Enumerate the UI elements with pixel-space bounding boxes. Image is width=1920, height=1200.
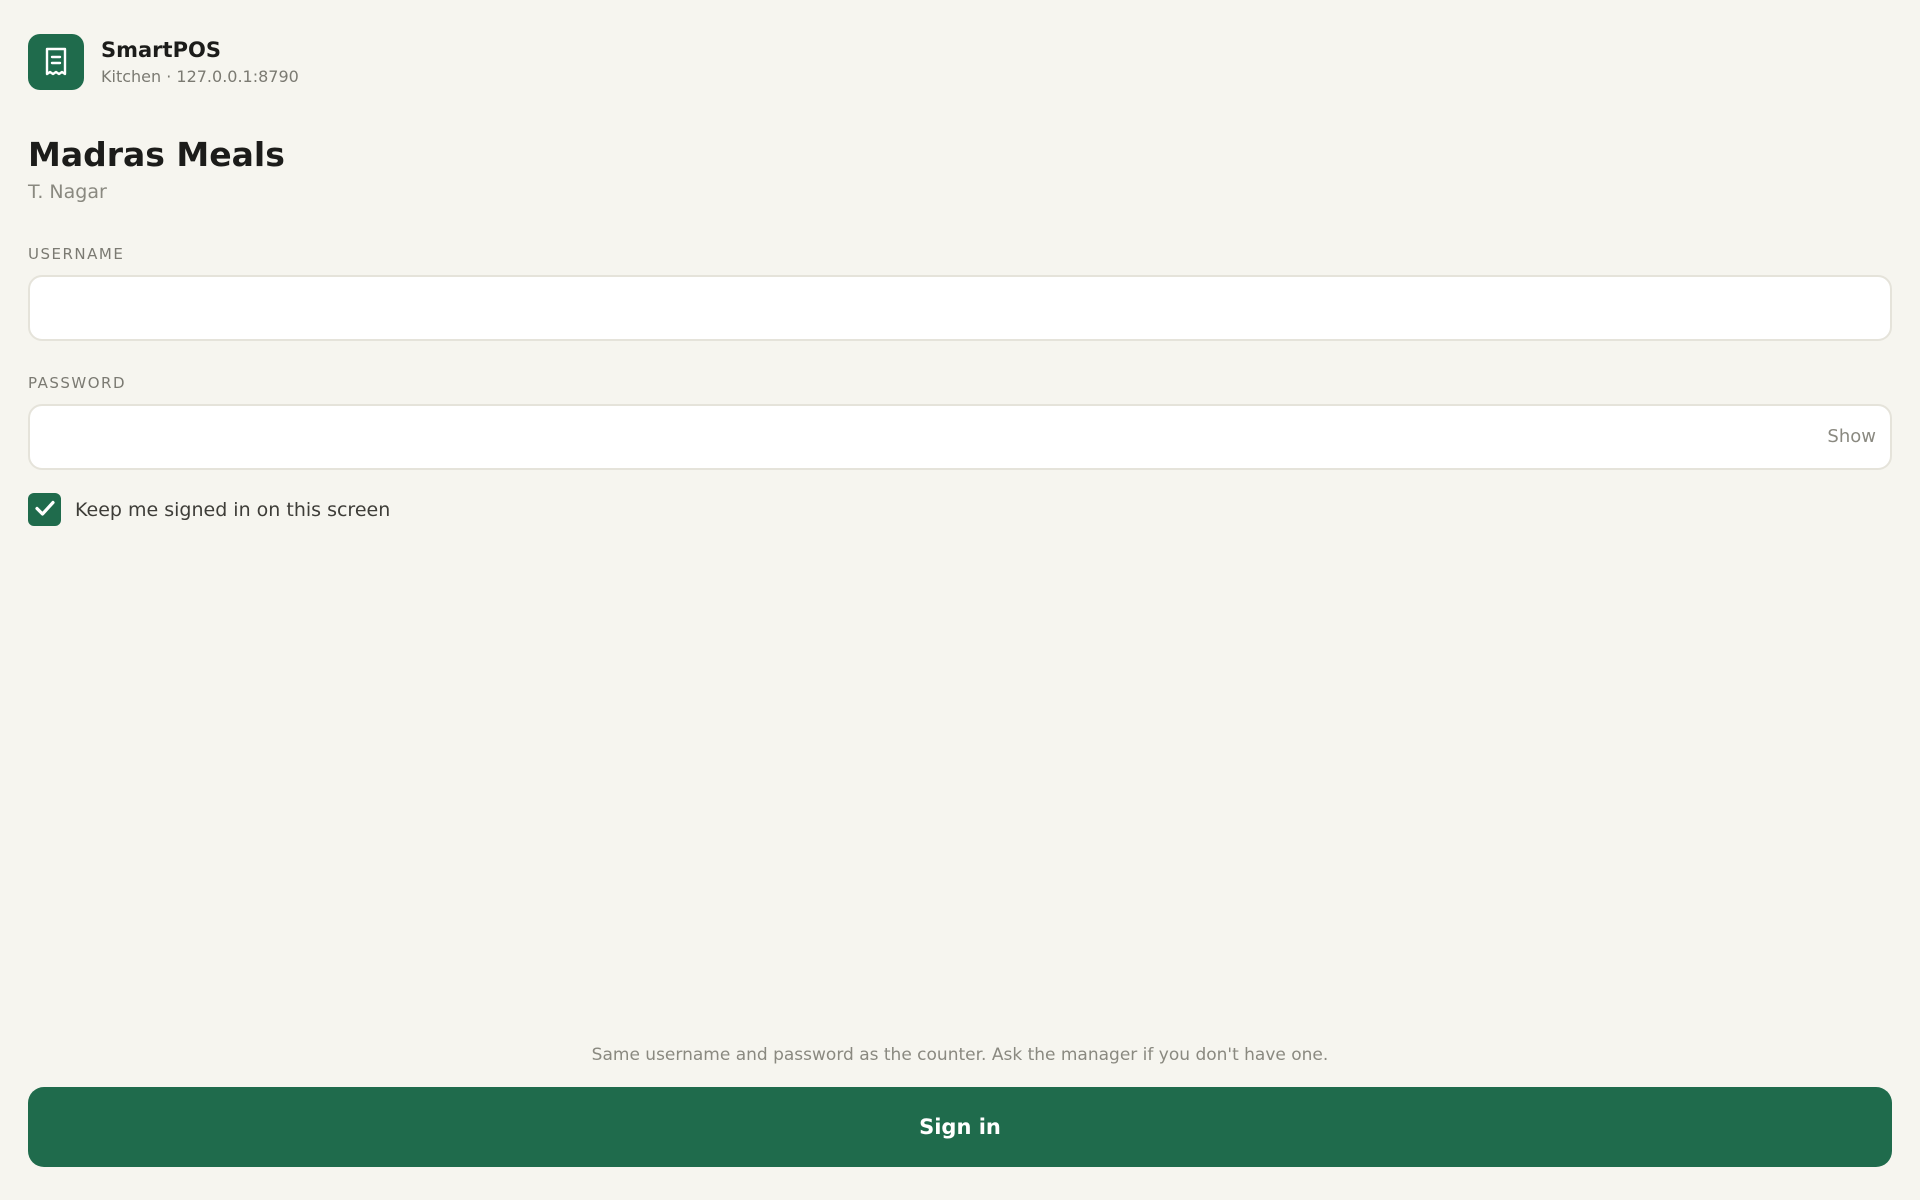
- app-name: SmartPOS: [101, 38, 221, 62]
- store-location: T. Nagar: [28, 181, 107, 203]
- password-label: PASSWORD: [28, 374, 127, 392]
- app-subtitle: Kitchen · 127.0.0.1:8790: [101, 67, 299, 86]
- store-name: Madras Meals: [28, 135, 285, 174]
- receipt-icon: [44, 47, 68, 77]
- help-text: Same username and password as the counte…: [591, 1045, 1329, 1065]
- show-password-toggle[interactable]: Show: [1827, 425, 1876, 449]
- username-label: USERNAME: [28, 245, 125, 263]
- sign-in-button[interactable]: Sign in: [28, 1087, 1892, 1167]
- app-text: SmartPOS Kitchen · 127.0.0.1:8790: [101, 37, 299, 87]
- keep-signed-in-checkbox[interactable]: [28, 493, 61, 526]
- login-screen: SmartPOS Kitchen · 127.0.0.1:8790 Madras…: [0, 0, 1920, 1200]
- app-logo: [28, 34, 84, 90]
- check-icon: [34, 500, 55, 520]
- keep-signed-in-row[interactable]: Keep me signed in on this screen: [28, 493, 390, 526]
- username-input[interactable]: [28, 275, 1892, 341]
- app-header: SmartPOS Kitchen · 127.0.0.1:8790: [28, 34, 299, 90]
- keep-signed-in-label: Keep me signed in on this screen: [75, 498, 391, 521]
- password-input[interactable]: [28, 404, 1892, 470]
